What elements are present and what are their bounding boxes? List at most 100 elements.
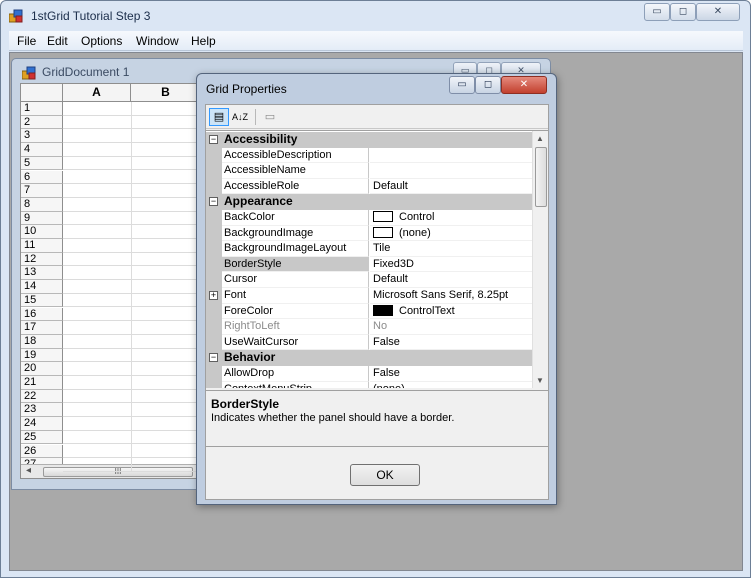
collapse-icon[interactable]: − xyxy=(209,353,218,363)
property-name[interactable]: BackgroundImage xyxy=(222,225,369,242)
row-header[interactable]: 10 xyxy=(21,225,63,239)
row-header[interactable]: 23 xyxy=(21,403,63,418)
row-header[interactable]: 14 xyxy=(21,280,63,294)
row-header[interactable]: 12 xyxy=(21,252,63,267)
property-value[interactable]: (none) xyxy=(370,382,532,388)
row-header[interactable]: 15 xyxy=(21,293,63,308)
property-name[interactable]: AllowDrop xyxy=(222,366,369,382)
property-row[interactable]: BackColor Control xyxy=(206,210,532,226)
property-value[interactable] xyxy=(370,163,532,179)
property-row[interactable]: BackgroundImage (none) xyxy=(206,225,532,242)
property-row[interactable]: BorderStyle Fixed3D xyxy=(206,256,532,273)
row-header[interactable]: 2 xyxy=(21,115,63,130)
collapse-icon[interactable]: − xyxy=(209,197,218,207)
ok-button[interactable]: OK xyxy=(350,464,420,486)
dialog-close-button[interactable]: ✕ xyxy=(501,76,547,94)
row-header[interactable]: 19 xyxy=(21,348,63,363)
property-row[interactable]: UseWaitCursor False xyxy=(206,334,532,351)
property-name[interactable]: AccessibleRole xyxy=(222,178,369,195)
expand-icon[interactable]: + xyxy=(209,291,218,300)
scroll-left-arrow-icon[interactable]: ◂ xyxy=(26,465,31,476)
row-header[interactable]: 1 xyxy=(21,102,63,116)
property-value[interactable]: Default xyxy=(370,272,532,288)
row-header[interactable]: 26 xyxy=(21,444,63,459)
property-value[interactable]: Microsoft Sans Serif, 8.25pt xyxy=(370,288,532,304)
menu-edit[interactable]: Edit xyxy=(47,34,68,48)
row-header[interactable]: 3 xyxy=(21,129,63,144)
property-value[interactable]: False xyxy=(370,366,532,382)
menu-help[interactable]: Help xyxy=(191,34,216,48)
row-header[interactable]: 25 xyxy=(21,430,63,445)
property-name[interactable]: ForeColor xyxy=(222,303,369,320)
property-pages-icon[interactable]: ▭ xyxy=(260,108,280,126)
property-value[interactable]: (none) xyxy=(370,226,532,242)
property-value[interactable]: False xyxy=(370,335,532,351)
dialog-minimize-button[interactable]: ▭ xyxy=(449,76,475,94)
property-value[interactable]: ControlText xyxy=(370,304,532,320)
property-value[interactable]: No xyxy=(370,319,532,335)
property-name[interactable]: Font xyxy=(222,288,369,304)
property-value[interactable] xyxy=(370,148,532,164)
row-header[interactable]: 13 xyxy=(21,266,63,281)
row-header[interactable]: 7 xyxy=(21,184,63,198)
property-row[interactable]: RightToLeft No xyxy=(206,319,532,335)
property-row[interactable]: AllowDrop False xyxy=(206,366,532,382)
property-row[interactable]: Cursor Default xyxy=(206,272,532,288)
row-header[interactable]: 20 xyxy=(21,362,63,376)
property-vertical-scrollbar[interactable]: ▲ ▼ xyxy=(532,131,548,388)
property-name[interactable]: ContextMenuStrip xyxy=(222,381,369,388)
minimize-button[interactable]: ▭ xyxy=(644,3,670,21)
row-header[interactable]: 11 xyxy=(21,239,63,253)
scroll-down-arrow-icon[interactable]: ▼ xyxy=(536,376,544,385)
row-header[interactable]: 16 xyxy=(21,307,63,322)
corner-header[interactable] xyxy=(21,84,63,102)
property-value[interactable]: Control xyxy=(370,210,532,226)
collapse-icon[interactable]: − xyxy=(209,135,218,144)
category-behavior[interactable]: − Behavior xyxy=(206,350,532,366)
category-accessibility[interactable]: − Accessibility xyxy=(206,132,532,148)
grid-properties-dialog[interactable]: Grid Properties ▭ ◻ ✕ ▤ A↓Z ▭ − Accessibi… xyxy=(196,73,557,505)
column-header-a[interactable]: A xyxy=(63,84,131,102)
row-header[interactable]: 24 xyxy=(21,417,63,431)
column-header-b[interactable]: B xyxy=(131,84,199,102)
property-row[interactable]: AccessibleDescription xyxy=(206,147,532,164)
property-name[interactable]: Cursor xyxy=(222,272,369,288)
row-header[interactable]: 9 xyxy=(21,211,63,226)
row-header[interactable]: 5 xyxy=(21,156,63,171)
property-row[interactable]: AccessibleRole Default xyxy=(206,178,532,195)
property-name[interactable]: UseWaitCursor xyxy=(222,334,369,351)
property-row[interactable]: ContextMenuStrip (none) xyxy=(206,381,532,388)
property-list[interactable]: − Accessibility AccessibleDescription Acces… xyxy=(206,130,548,388)
property-row[interactable]: ForeColor ControlText xyxy=(206,303,532,320)
property-row[interactable]: AccessibleName xyxy=(206,163,532,179)
menu-file[interactable]: File xyxy=(17,34,36,48)
row-header[interactable]: 6 xyxy=(21,170,63,185)
alphabetical-sort-icon[interactable]: A↓Z xyxy=(230,108,250,126)
menu-options[interactable]: Options xyxy=(81,34,122,48)
scroll-thumb[interactable] xyxy=(535,147,547,207)
menu-window[interactable]: Window xyxy=(136,34,179,48)
property-row[interactable]: BackgroundImageLayout Tile xyxy=(206,241,532,257)
property-name[interactable]: BorderStyle xyxy=(222,256,369,273)
row-header[interactable]: 18 xyxy=(21,334,63,349)
spreadsheet-grid[interactable]: A B 1 2 3 4 5 6 7 8 9 10 11 12 13 14 15 16 17 18 19 20 21 22 2… xyxy=(20,83,200,479)
property-row[interactable]: + Font Microsoft Sans Serif, 8.25pt xyxy=(206,288,532,304)
close-button[interactable]: ✕ xyxy=(696,3,740,21)
category-appearance[interactable]: − Appearance xyxy=(206,194,532,210)
property-name[interactable]: RightToLeft xyxy=(222,319,369,335)
row-header[interactable]: 17 xyxy=(21,321,63,335)
categorized-icon[interactable]: ▤ xyxy=(209,108,229,126)
row-header[interactable]: 4 xyxy=(21,143,63,157)
scroll-up-arrow-icon[interactable]: ▲ xyxy=(536,134,544,143)
dialog-maximize-button[interactable]: ◻ xyxy=(475,76,501,94)
row-header[interactable]: 22 xyxy=(21,389,63,404)
property-value[interactable]: Fixed3D xyxy=(370,257,532,273)
property-name[interactable]: AccessibleDescription xyxy=(222,147,369,164)
property-value[interactable]: Default xyxy=(370,179,532,195)
property-name[interactable]: BackgroundImageLayout xyxy=(222,241,369,257)
title-bar[interactable]: 1stGrid Tutorial Step 3 ▭ ◻ ✕ xyxy=(1,1,750,31)
property-name[interactable]: AccessibleName xyxy=(222,163,369,179)
property-value[interactable]: Tile xyxy=(370,241,532,257)
maximize-button[interactable]: ◻ xyxy=(670,3,696,21)
row-header[interactable]: 21 xyxy=(21,376,63,390)
